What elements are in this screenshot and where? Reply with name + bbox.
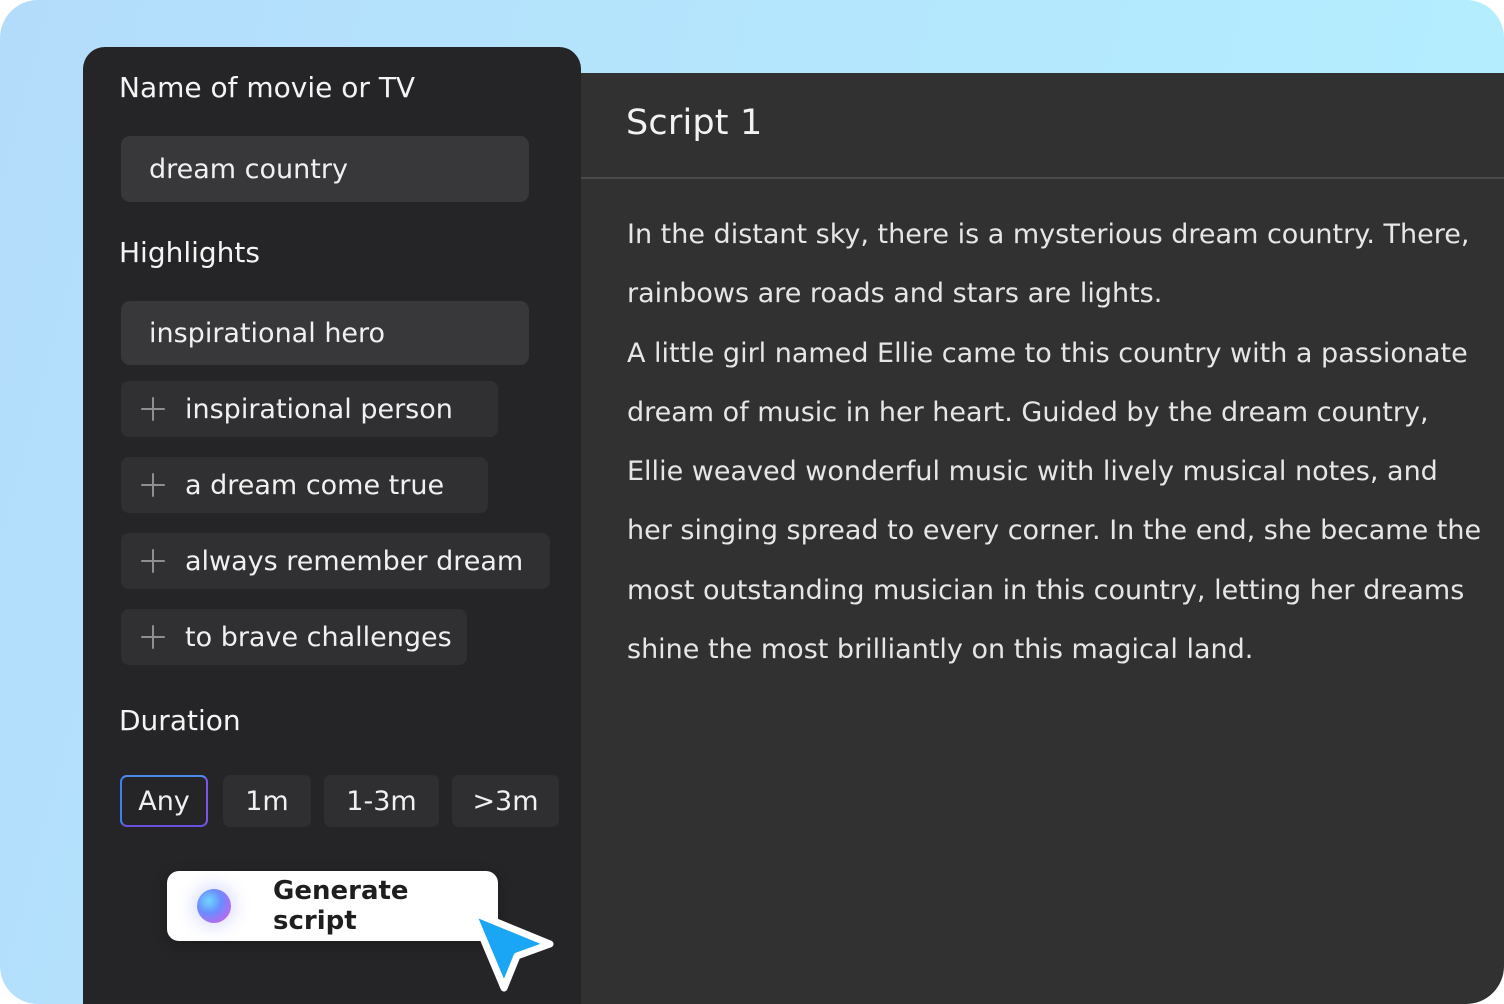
name-section-label: Name of movie or TV	[119, 71, 416, 104]
suggestion-label: inspirational person	[185, 393, 453, 425]
script-paragraph: A little girl named Ellie came to this c…	[627, 337, 1482, 666]
duration-option-any[interactable]: Any	[120, 775, 208, 827]
ai-orb-icon	[197, 889, 231, 923]
duration-option-1-3m[interactable]: 1-3m	[324, 775, 439, 827]
suggestion-label: to brave challenges	[185, 621, 452, 653]
plus-icon	[141, 473, 165, 497]
highlights-section-label: Highlights	[119, 236, 260, 269]
plus-icon	[141, 549, 165, 573]
plus-icon	[141, 397, 165, 421]
settings-panel: Name of movie or TV dream country Highli…	[83, 47, 581, 1004]
suggestion-chip[interactable]: inspirational person	[121, 381, 498, 437]
suggestion-chip[interactable]: a dream come true	[121, 457, 488, 513]
suggestion-chip[interactable]: always remember dream	[121, 533, 550, 589]
app-frame: Script 1 In the distant sky, there is a …	[0, 0, 1504, 1004]
script-paragraph: In the distant sky, there is a mysteriou…	[627, 219, 1470, 310]
duration-section-label: Duration	[119, 704, 241, 737]
suggestion-chip[interactable]: to brave challenges	[121, 609, 467, 665]
duration-option-1m[interactable]: 1m	[223, 775, 311, 827]
name-input[interactable]: dream country	[121, 136, 529, 202]
suggestion-label: always remember dream	[185, 545, 524, 577]
plus-icon	[141, 625, 165, 649]
suggestion-label: a dream come true	[185, 469, 445, 501]
duration-option-over-3m[interactable]: >3m	[452, 775, 559, 827]
script-panel: Script 1 In the distant sky, there is a …	[560, 73, 1504, 1004]
script-divider	[580, 177, 1504, 179]
generate-script-button[interactable]: Generate script	[167, 871, 498, 941]
cursor-arrow-icon	[468, 908, 554, 992]
script-text: In the distant sky, there is a mysteriou…	[627, 205, 1487, 679]
script-title: Script 1	[626, 103, 763, 143]
highlights-input[interactable]: inspirational hero	[121, 301, 529, 365]
